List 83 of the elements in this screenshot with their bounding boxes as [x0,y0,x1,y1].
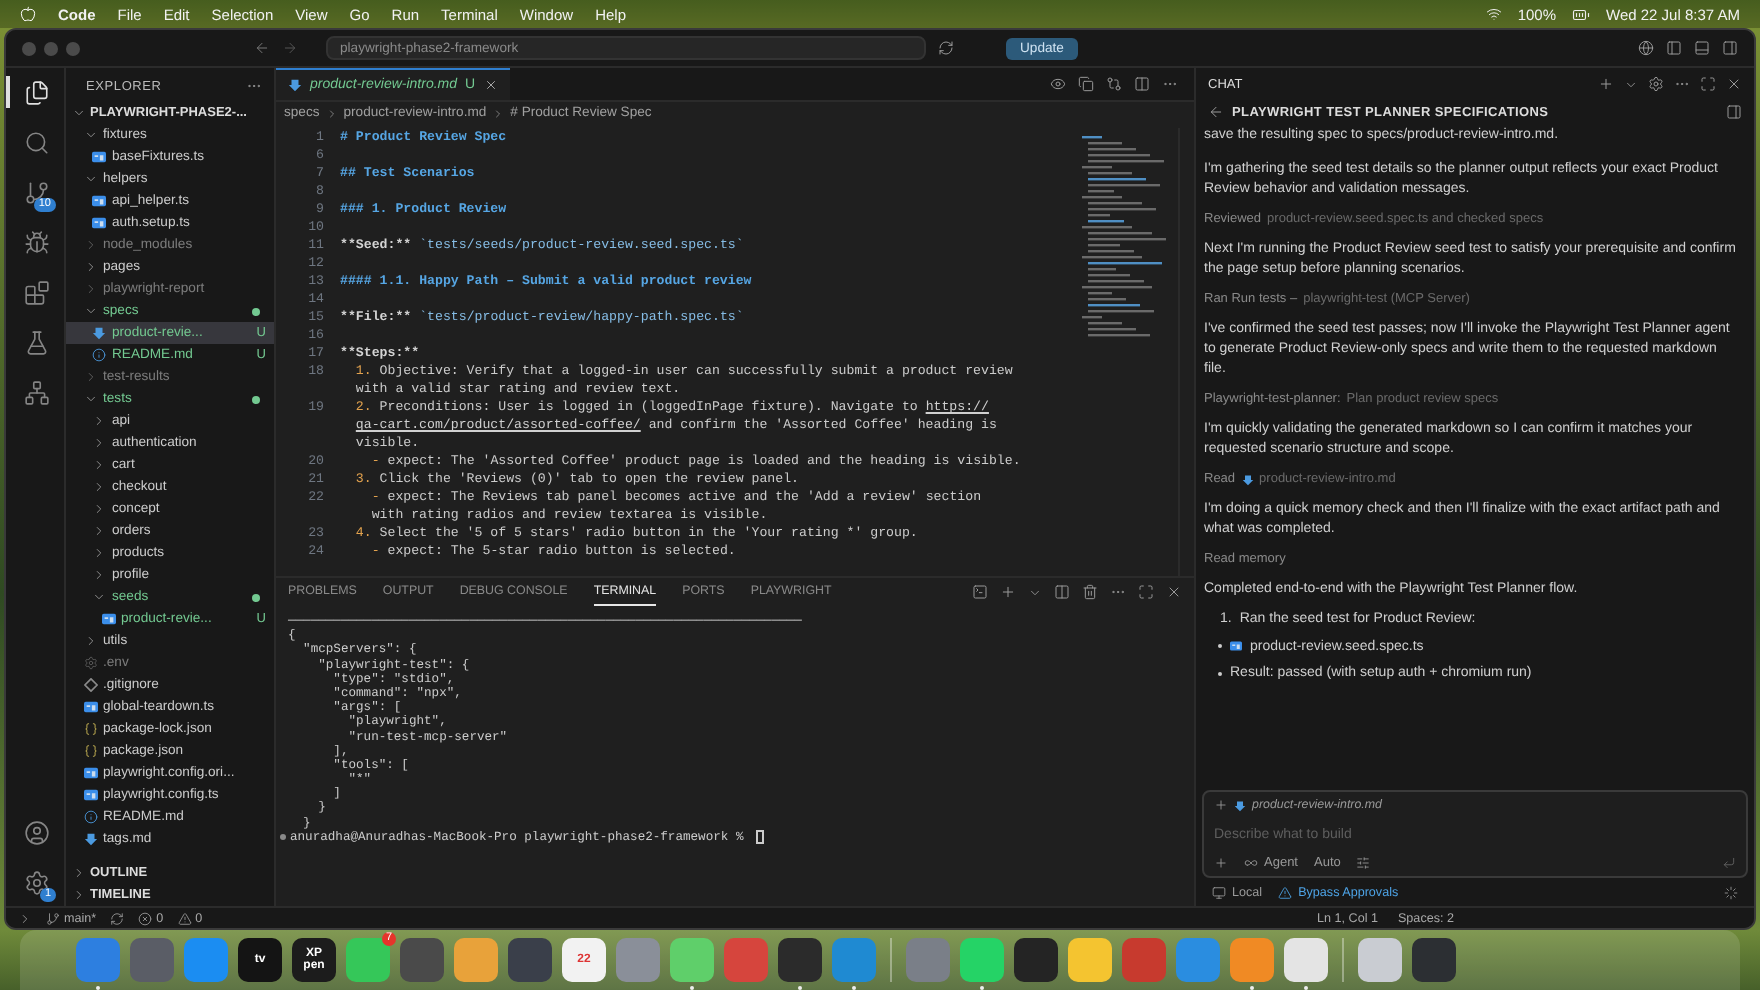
sync-icon[interactable] [110,911,125,925]
app-icon[interactable] [1412,938,1456,982]
file-type-icon [1241,473,1254,485]
branch-icon [46,911,60,925]
loading-icon [1724,885,1738,899]
file-type-icon [1234,799,1246,811]
add-icon[interactable] [1214,798,1228,812]
panel-right-icon[interactable] [1722,40,1738,56]
chevron-icon[interactable] [72,106,86,120]
chevron-icon [325,107,338,119]
panel-bottom-icon[interactable] [1694,40,1710,56]
file-type-icon [83,700,97,714]
file-type-icon [1230,640,1242,652]
files-icon[interactable] [24,79,50,105]
close-icon[interactable] [1166,584,1182,600]
git-change-dot [252,593,260,601]
close-icon[interactable] [1726,76,1742,92]
file-type-icon [101,612,115,626]
warning-icon [1278,885,1293,899]
panel-icon[interactable] [1726,104,1742,120]
search-icon[interactable] [24,129,50,155]
text-cursor [755,829,764,844]
add-icon[interactable] [1000,584,1016,600]
app-icon[interactable] [1358,938,1402,982]
flask-icon[interactable] [24,329,50,355]
app-icon[interactable] [1068,938,1112,982]
info-icon [92,348,106,362]
infinity-icon [1244,856,1258,870]
account-icon[interactable] [24,819,50,845]
app-icon[interactable] [508,938,552,982]
wifi-icon[interactable] [1485,6,1502,22]
send-icon[interactable] [1722,856,1736,870]
app-icon[interactable] [1014,938,1058,982]
back-icon[interactable] [1208,104,1224,120]
add-icon[interactable] [1214,856,1228,870]
add-icon[interactable] [1598,76,1614,92]
gear-icon [83,656,97,670]
braces-icon [83,722,97,736]
trash-icon[interactable] [1082,584,1098,600]
battery-icon[interactable] [1572,5,1591,23]
file-type-icon [83,788,97,802]
close-icon[interactable] [483,78,498,92]
split-icon[interactable] [1054,584,1070,600]
file-type-icon [92,150,106,164]
maximize-icon[interactable] [1700,76,1716,92]
info-icon [83,810,97,824]
sliders-icon[interactable] [1356,856,1371,870]
preview-icon[interactable] [1050,76,1066,92]
file-type-icon [83,766,97,780]
app-icon[interactable] [778,938,822,982]
monitor-icon [1212,885,1226,899]
file-type-icon [83,832,97,846]
warning-icon [177,911,192,925]
bug-icon[interactable] [24,229,50,255]
error-icon [138,911,153,925]
git-change-dot [252,307,260,315]
file-type-icon [92,326,106,340]
chevron-icon [492,107,505,119]
settings-icon[interactable] [1648,76,1664,92]
blocks-icon[interactable] [24,279,50,305]
globe-icon[interactable] [1638,40,1654,56]
split-editor-icon[interactable] [1134,76,1150,92]
braces-icon [83,744,97,758]
chevron-icon[interactable] [1028,585,1042,599]
branch-icon[interactable] [24,179,50,205]
compare-icon[interactable] [1106,76,1122,92]
terminal-icon[interactable] [972,584,988,600]
file-type-icon [288,78,302,92]
diamond-icon [83,678,97,692]
back-icon[interactable] [254,40,270,56]
refresh-icon[interactable] [938,40,954,56]
app-icon[interactable] [1284,938,1328,982]
network-icon[interactable] [24,379,50,405]
apple-icon[interactable] [20,6,36,22]
panel-left-icon[interactable] [1666,40,1682,56]
file-type-icon [92,194,106,208]
settings-icon[interactable] [24,869,50,895]
maximize-icon[interactable] [1138,584,1154,600]
chevron-icon[interactable] [1624,77,1638,91]
git-change-dot [252,395,260,403]
prompt-marker [280,833,286,840]
copy-icon[interactable] [1078,76,1094,92]
file-type-icon [92,216,106,230]
